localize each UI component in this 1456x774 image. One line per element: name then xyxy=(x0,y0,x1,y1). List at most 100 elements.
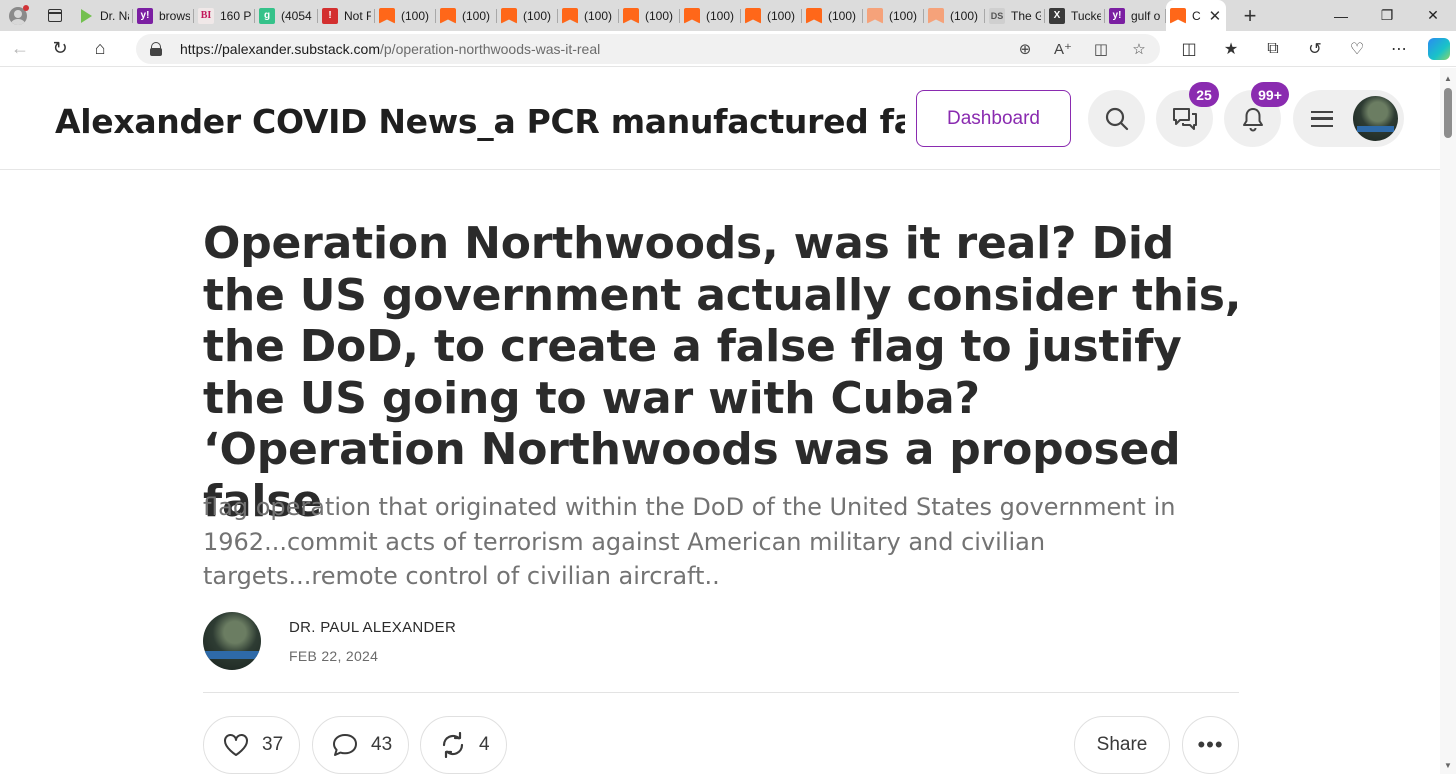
close-window-button[interactable]: ✕ xyxy=(1410,0,1456,31)
minimize-button[interactable]: — xyxy=(1318,0,1364,31)
browser-tab[interactable]: (100) xyxy=(741,0,802,31)
home-button[interactable]: ⌂ xyxy=(80,31,120,67)
browser-tab[interactable]: (100) xyxy=(375,0,436,31)
window-controls: — ❐ ✕ xyxy=(1318,0,1456,31)
browser-tab[interactable]: y! brows xyxy=(133,0,194,31)
post-date: FEB 22, 2024 xyxy=(289,648,379,664)
yahoo-icon: y! xyxy=(1109,7,1125,24)
favorites-icon[interactable]: ★ xyxy=(1210,39,1252,59)
tab-title: Tucke xyxy=(1071,8,1101,23)
share-button[interactable]: Share xyxy=(1074,716,1170,774)
tab-title: (100) xyxy=(889,8,918,23)
chat-count-badge: 25 xyxy=(1189,82,1219,107)
user-avatar xyxy=(1353,96,1398,141)
app-available-icon[interactable]: ◫ xyxy=(1090,40,1112,58)
browser-tab[interactable]: X Tucke xyxy=(1045,0,1105,31)
browser-tab[interactable]: (100) xyxy=(802,0,863,31)
author-avatar[interactable] xyxy=(203,612,261,670)
author-name[interactable]: DR. PAUL ALEXANDER xyxy=(289,619,456,636)
yahoo-icon: y! xyxy=(137,7,153,24)
chat-icon xyxy=(1172,107,1197,130)
ds-icon: DS xyxy=(989,7,1005,24)
substack-icon xyxy=(440,7,456,24)
tab-title: (100) xyxy=(401,8,430,23)
tab-title: (100) xyxy=(950,8,979,23)
collections-icon[interactable]: ⧉ xyxy=(1252,40,1294,58)
substack-icon xyxy=(867,7,883,24)
health-icon[interactable]: ♡ xyxy=(1336,39,1378,59)
substack-icon xyxy=(806,7,822,24)
comment-icon xyxy=(333,734,357,756)
read-aloud-icon[interactable]: A⁺ xyxy=(1052,40,1074,58)
bell-icon xyxy=(1242,107,1263,131)
browser-tab[interactable]: Dr. Na xyxy=(74,0,133,31)
url-host: https://palexander.substack.com xyxy=(180,41,380,57)
restack-button[interactable]: 4 xyxy=(420,716,507,774)
profile-button[interactable] xyxy=(0,0,36,31)
tab-active[interactable]: C ✕ xyxy=(1166,0,1226,31)
page-scrollbar[interactable]: ▲ ▼ xyxy=(1440,68,1456,774)
history-icon[interactable]: ↺ xyxy=(1294,39,1336,59)
substack-icon xyxy=(623,7,639,24)
browser-tab[interactable]: (100) xyxy=(558,0,619,31)
browser-tab[interactable]: g (4054 xyxy=(255,0,318,31)
bi-icon: BI xyxy=(198,7,214,24)
search-icon xyxy=(1105,107,1128,130)
tab-title: Dr. Na xyxy=(100,8,129,23)
account-menu-button[interactable] xyxy=(1293,90,1404,147)
scroll-down-arrow-icon[interactable]: ▼ xyxy=(1444,761,1452,770)
scrollbar-thumb[interactable] xyxy=(1444,88,1452,138)
browser-tab[interactable]: (100) xyxy=(619,0,680,31)
scroll-up-arrow-icon[interactable]: ▲ xyxy=(1444,74,1452,83)
more-menu-icon[interactable]: ⋯ xyxy=(1378,39,1420,59)
chat-button[interactable]: 25 xyxy=(1156,82,1219,147)
browser-tab[interactable]: (100) xyxy=(436,0,497,31)
browser-tab[interactable]: DS The G xyxy=(985,0,1045,31)
publication-title[interactable]: Alexander COVID News_a PCR manufactured … xyxy=(55,102,905,141)
substack-icon xyxy=(501,7,517,24)
browser-tab[interactable]: BI 160 P xyxy=(194,0,255,31)
browser-tab[interactable]: (100) xyxy=(680,0,741,31)
browser-tab[interactable]: (100) xyxy=(863,0,924,31)
notifications-count-badge: 99+ xyxy=(1251,82,1289,107)
favorite-star-icon[interactable]: ☆ xyxy=(1128,40,1150,58)
tab-title: (100) xyxy=(828,8,857,23)
tab-title: (100) xyxy=(523,8,552,23)
tab-title: brows xyxy=(159,8,190,23)
split-screen-icon[interactable]: ◫ xyxy=(1168,39,1210,59)
comments-button[interactable]: 43 xyxy=(312,716,409,774)
tab-title: 160 P xyxy=(220,8,251,23)
restore-button[interactable]: ❐ xyxy=(1364,0,1410,31)
article-headline: Operation Northwoods, was it real? Did t… xyxy=(203,218,1242,527)
browser-tab[interactable]: (100) xyxy=(497,0,558,31)
address-bar[interactable]: https://palexander.substack.com/p/operat… xyxy=(136,34,1160,64)
browser-tab[interactable]: ! Not F xyxy=(318,0,375,31)
profile-alert-dot xyxy=(23,5,29,11)
close-tab-icon[interactable]: ✕ xyxy=(1209,7,1222,25)
copilot-icon[interactable] xyxy=(1428,38,1450,60)
heart-icon xyxy=(224,734,248,756)
url-path: /p/operation-northwoods-was-it-real xyxy=(380,41,601,57)
substack-icon xyxy=(928,7,944,24)
new-tab-button[interactable]: + xyxy=(1232,0,1268,31)
tab-title: (4054 xyxy=(281,8,312,23)
tab-title: gulf o xyxy=(1131,8,1161,23)
dashboard-button[interactable]: Dashboard xyxy=(916,90,1071,147)
like-button[interactable]: 37 xyxy=(203,716,300,774)
browser-tab[interactable]: (100) xyxy=(924,0,985,31)
browser-tab[interactable]: y! gulf o xyxy=(1105,0,1166,31)
tab-title: The G xyxy=(1011,8,1041,23)
refresh-button[interactable]: ↻ xyxy=(40,31,80,67)
more-options-button[interactable]: ••• xyxy=(1182,716,1239,774)
back-button[interactable]: ← xyxy=(0,31,40,67)
substack-icon xyxy=(684,7,700,24)
like-count: 37 xyxy=(262,734,284,755)
search-button[interactable] xyxy=(1088,90,1145,147)
tab-actions-button[interactable] xyxy=(36,0,74,31)
comment-count: 43 xyxy=(371,734,393,755)
notifications-button[interactable]: 99+ xyxy=(1224,82,1289,147)
zoom-icon[interactable]: ⊕ xyxy=(1014,40,1036,58)
tab-list: Dr. Na y! brows BI 160 P g (4054! Not F (100) (10… xyxy=(74,0,1226,31)
restack-icon xyxy=(442,732,464,758)
tab-actions-icon xyxy=(48,9,62,22)
